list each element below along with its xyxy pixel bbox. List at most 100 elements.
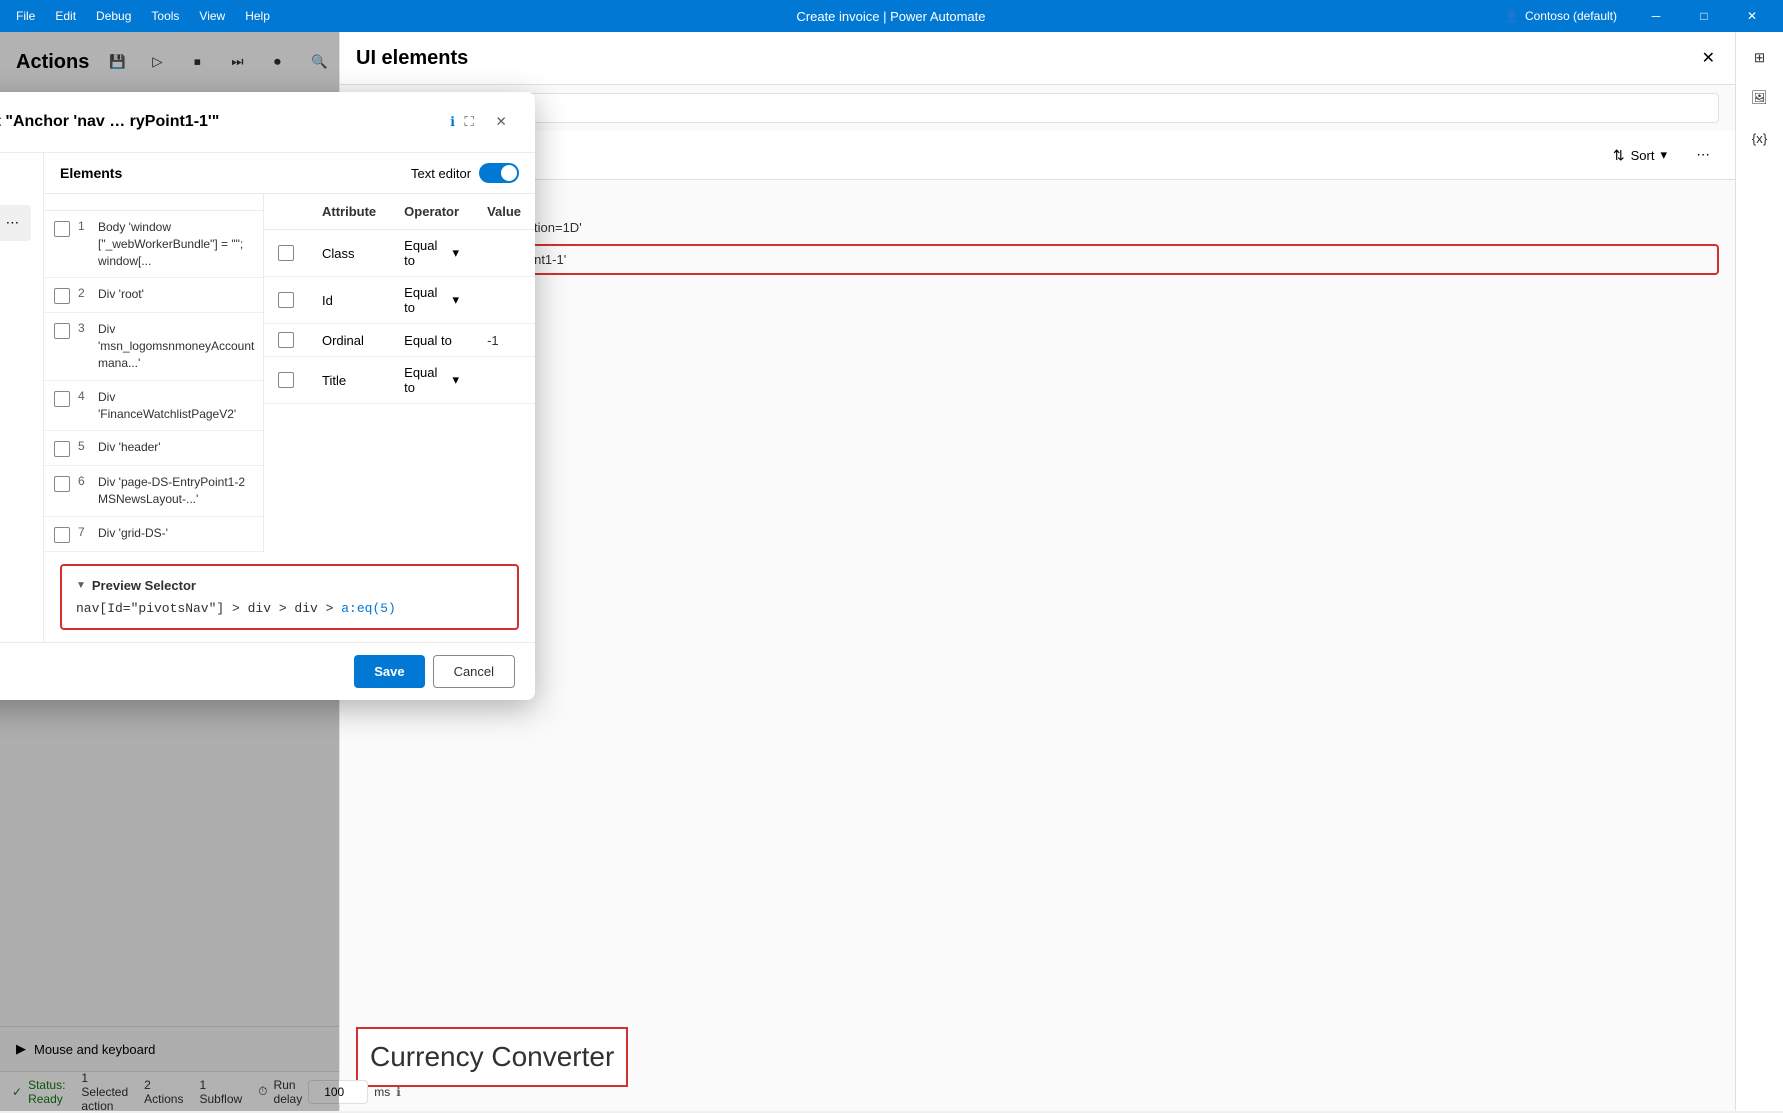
menu-debug[interactable]: Debug (88, 5, 139, 27)
element-number-7: 7 (78, 525, 90, 539)
element-number-3: 3 (78, 321, 90, 335)
dialog-header: Selectors of UI element "Anchor 'nav … r… (0, 92, 535, 153)
element-item-3[interactable]: 3 Div 'msn_logomsnmoneyAccount mana...' (44, 313, 263, 380)
attr-name-title: Title (308, 357, 390, 404)
ui-elements-search: 🔍 (340, 85, 1735, 131)
tree-item-web-page: ▾ 🌐 Web Page 'h … uration=1D' Anchor 'na… (380, 214, 1719, 275)
element-text-6: Div 'page-DS-EntryPoint1-2 MSNewsLayout-… (98, 474, 253, 508)
attr-operator-class[interactable]: Equal to ▾ (404, 238, 459, 268)
attribute-col-header: Attribute (308, 194, 390, 230)
search-ui-elements-input[interactable] (393, 101, 1706, 116)
attr-value-ordinal: -1 (473, 324, 535, 357)
more-options-button[interactable]: ⋯ (1687, 139, 1719, 171)
right-sidebar: ⊞ 🖼 {x} (1735, 32, 1783, 1111)
menu-view[interactable]: View (191, 5, 233, 27)
element-checkbox-3[interactable] (54, 323, 70, 339)
attr-checkbox-class[interactable] (278, 245, 294, 261)
code-icon-button[interactable]: {x} (1742, 120, 1778, 156)
close-button[interactable]: ✕ (1729, 0, 1775, 32)
local-computer-row[interactable]: ▾ 🖥 Local computer (356, 188, 1719, 214)
text-editor-toggle-switch[interactable] (479, 163, 519, 183)
add-selector-button[interactable]: ⊕ Selector with recapture (0, 165, 31, 197)
attr-value-id (473, 277, 535, 324)
element-text-4: Div 'FinanceWatchlistPageV2' (98, 389, 253, 423)
element-number-4: 4 (78, 389, 90, 403)
element-checkbox-7[interactable] (54, 527, 70, 543)
elements-list: 1 Body 'window ["_webWorkerBundle"] = ""… (44, 194, 264, 552)
element-checkbox-2[interactable] (54, 288, 70, 304)
element-item-2[interactable]: 2 Div 'root' (44, 278, 263, 313)
anchor-item[interactable]: Anchor 'nav … ryPoint1-1' (404, 244, 1719, 275)
element-item-7[interactable]: 7 Div 'grid-DS-' (44, 517, 263, 552)
save-button[interactable]: Save (354, 655, 424, 688)
operator-col-header: Operator (390, 194, 473, 230)
element-item-6[interactable]: 6 Div 'page-DS-EntryPoint1-2 MSNewsLayou… (44, 466, 263, 517)
layers-icon: ⊞ (1754, 50, 1765, 66)
element-text-7: Div 'grid-DS-' (98, 525, 168, 542)
web-page-row[interactable]: ▾ 🌐 Web Page 'h … uration=1D' (380, 214, 1719, 240)
account-icon: 👤 (1504, 9, 1519, 23)
element-checkbox-4[interactable] (54, 391, 70, 407)
image-icon-button[interactable]: 🖼 (1742, 80, 1778, 116)
tree-sub-local: ▾ 🌐 Web Page 'h … uration=1D' Anchor 'na… (356, 214, 1719, 275)
currency-converter-text: Currency Converter (370, 1041, 614, 1072)
element-number-1: 1 (78, 219, 90, 233)
cancel-button[interactable]: Cancel (433, 655, 515, 688)
attr-operator-class-chevron: ▾ (453, 245, 460, 261)
attr-operator-title-text: Equal to (404, 365, 448, 395)
menu-bar[interactable]: File Edit Debug Tools View Help (8, 5, 278, 27)
menu-file[interactable]: File (8, 5, 43, 27)
sort-icon: ⇅ (1613, 147, 1625, 164)
window-controls[interactable]: ─ □ ✕ (1633, 0, 1775, 32)
attr-operator-title[interactable]: Equal to ▾ (404, 365, 459, 395)
menu-help[interactable]: Help (237, 5, 278, 27)
dialog-toolbar: Elements Text editor (44, 153, 535, 194)
element-checkbox-1[interactable] (54, 221, 70, 237)
dialog-sidebar: ⊕ Selector with recapture Default Select… (0, 153, 44, 642)
app-title: Create invoice | Power Automate (294, 9, 1488, 24)
dialog-body: ⊕ Selector with recapture Default Select… (0, 153, 535, 642)
attr-checkbox-id[interactable] (278, 292, 294, 308)
dialog-close-button[interactable]: ✕ (487, 108, 515, 136)
preview-code-blue: a:eq(5) (341, 601, 396, 616)
element-number-2: 2 (78, 286, 90, 300)
ui-elements-close-button[interactable]: ✕ (1698, 44, 1719, 72)
selector-item-menu-button[interactable]: ⋯ (4, 213, 21, 233)
attr-row-title: Title Equal to ▾ (264, 357, 535, 404)
element-text-1: Body 'window ["_webWorkerBundle"] = ""; … (98, 219, 253, 269)
minimize-button[interactable]: ─ (1633, 0, 1679, 32)
element-item-4[interactable]: 4 Div 'FinanceWatchlistPageV2' (44, 381, 263, 432)
dialog-main: Elements Text editor (44, 153, 535, 642)
layers-icon-button[interactable]: ⊞ (1742, 40, 1778, 76)
element-checkbox-5[interactable] (54, 441, 70, 457)
menu-tools[interactable]: Tools (143, 5, 187, 27)
ui-tree: ▾ 🖥 Local computer ▾ 🌐 Web Page 'h … ura… (340, 180, 1735, 1003)
attr-checkbox-ordinal[interactable] (278, 332, 294, 348)
element-item-5[interactable]: 5 Div 'header' (44, 431, 263, 466)
preview-code-black: nav[Id="pivotsNav"] > div > div > (76, 601, 341, 616)
code-icon: {x} (1752, 131, 1768, 146)
attr-name-ordinal: Ordinal (308, 324, 390, 357)
attr-operator-id-chevron: ▾ (453, 292, 460, 308)
menu-edit[interactable]: Edit (47, 5, 84, 27)
account-info[interactable]: 👤 Contoso (default) (1504, 9, 1617, 23)
ui-elements-layout: UI elements ✕ 🔍 Add UI element ▾ ⇅ (340, 32, 1783, 1111)
attr-check-col-header (264, 194, 308, 230)
default-selector-item[interactable]: Default Selector ⋯ (0, 205, 31, 241)
maximize-button[interactable]: □ (1681, 0, 1727, 32)
attr-operator-id[interactable]: Equal to ▾ (404, 285, 459, 315)
image-icon: 🖼 (1751, 90, 1768, 106)
preview-area: Currency Converter (340, 1003, 1735, 1111)
dialog-footer: Save Cancel (0, 642, 535, 700)
preview-chevron-icon: ▼ (76, 580, 86, 591)
sort-label: Sort (1631, 148, 1655, 163)
element-text-3: Div 'msn_logomsnmoneyAccount mana...' (98, 321, 254, 371)
element-checkbox-6[interactable] (54, 476, 70, 492)
attr-checkbox-title[interactable] (278, 372, 294, 388)
elements-list-header (44, 194, 263, 211)
main-layout: Actions 💾 ▷ ⏹ ⏭ ⏺ 🔍 ▶ Mouse and keyboard… (0, 32, 1783, 1111)
dialog-expand-button[interactable]: ⛶ (455, 108, 483, 136)
sort-button[interactable]: ⇅ Sort ▾ (1601, 141, 1679, 170)
element-item-1[interactable]: 1 Body 'window ["_webWorkerBundle"] = ""… (44, 211, 263, 278)
preview-code: nav[Id="pivotsNav"] > div > div > a:eq(5… (76, 601, 503, 616)
